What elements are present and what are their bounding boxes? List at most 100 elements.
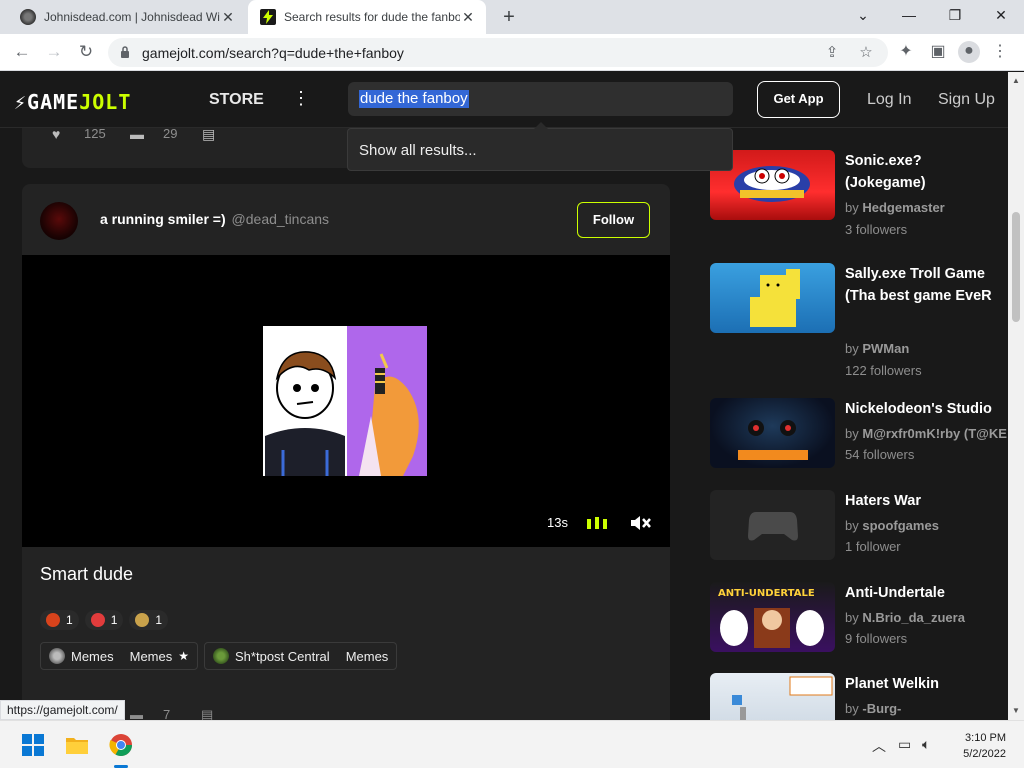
game-thumbnail[interactable] [710,263,835,333]
bookmark-star-icon[interactable]: ☆ [856,43,876,63]
game-author-line: by N.Brio_da_zuera [845,610,965,625]
tray-overflow-icon[interactable]: ︿ [872,736,886,756]
game-author[interactable]: -Burg- [862,701,901,716]
comment-icon[interactable]: ▬ [130,707,146,720]
scrollbar-thumb[interactable] [1012,212,1020,322]
game-title[interactable]: Sally.exe Troll Game (Tha best game EveR [845,263,1005,307]
windows-start-icon[interactable] [21,733,45,757]
tab-search-dropdown-icon[interactable]: ⌄ [840,0,886,30]
signup-link[interactable]: Sign Up [938,91,995,109]
game-author[interactable]: N.Brio_da_zuera [862,610,965,625]
game-author[interactable]: PWMan [862,341,909,356]
search-input[interactable]: dude the fanboy [348,82,733,116]
sticker-icon[interactable]: ▤ [201,707,217,720]
sticker-icon[interactable]: ▤ [202,128,218,142]
game-thumbnail[interactable] [710,490,835,560]
heart-icon[interactable]: ♥ [52,128,68,142]
community-chip[interactable]: Memes Memes ★ [40,642,199,670]
scroll-down-icon[interactable]: ▼ [1012,706,1020,715]
chrome-icon[interactable] [109,733,133,757]
volume-icon[interactable]: 🔈︎ [922,736,930,753]
more-menu-icon[interactable]: ⋮ [292,87,310,109]
community-name: Sh*tpost Central [235,648,330,664]
clock-time: 3:10 PM [965,732,1006,744]
chrome-menu-icon[interactable]: ⋮ [990,42,1010,62]
game-followers: 1 follower [845,539,901,554]
new-tab-icon[interactable]: + [498,6,520,28]
game-thumbnail[interactable] [710,673,835,720]
game-thumbnail[interactable]: ANTI-UNDERTALE [710,582,835,652]
store-link[interactable]: STORE [209,91,264,109]
game-title[interactable]: Planet Welkin [845,673,1005,695]
login-link[interactable]: Log In [867,91,911,109]
game-author-line: by M@rxfr0mK!rby (T@KE [845,426,1007,441]
game-author[interactable]: spoofgames [862,518,939,533]
game-title[interactable]: Nickelodeon's Studio [845,398,1005,420]
by-label: by [845,341,859,356]
by-label: by [845,426,859,441]
mute-icon[interactable] [630,514,652,532]
author-avatar[interactable] [40,202,78,240]
search-query-text: dude the fanboy [359,90,469,108]
game-title[interactable]: Anti-Undertale [845,582,1005,604]
page-scrollbar[interactable]: ▲ ▼ [1008,72,1024,720]
game-title[interactable]: Haters War [845,490,1005,512]
community-icon [213,648,230,664]
search-suggestions-dropdown: Show all results... [347,122,733,171]
show-all-results-item[interactable]: Show all results... [359,142,477,159]
forward-icon[interactable]: → [42,40,66,64]
tab-johnisdead[interactable]: Johnisdead.com | Johnisdead Wi ✕ [8,0,246,34]
share-icon[interactable]: ⇪ [822,43,842,63]
system-clock[interactable]: 3:10 PM 5/2/2022 [950,730,1006,762]
side-panel-icon[interactable]: ▣ [928,42,948,62]
close-tab-icon[interactable]: ✕ [220,9,236,26]
lock-icon [121,46,129,58]
comment-count: 29 [163,128,178,141]
logo-text-left: GAME [27,90,80,114]
reaction-pill[interactable]: 1 [129,610,169,630]
post-title: Smart dude [40,564,134,584]
author-name[interactable]: a running smiler =) [100,211,226,227]
game-author[interactable]: M@rxfr0mK!rby (T@KE [862,426,1007,441]
by-label: by [845,701,859,716]
by-label: by [845,518,859,533]
address-bar[interactable]: gamejolt.com/search?q=dude+the+fanboy ⇪ … [108,38,888,67]
comment-icon[interactable]: ▬ [130,128,146,142]
author-handle[interactable]: @dead_tincans [232,211,330,227]
reaction-count: 1 [110,613,118,627]
close-window-icon[interactable]: ✕ [978,0,1024,30]
game-title[interactable]: Sonic.exe? (Jokegame) [845,150,1005,194]
game-followers: 3 followers [845,222,908,237]
reload-icon[interactable]: ↻ [74,40,98,64]
game-followers: 122 followers [845,363,922,378]
community-chip[interactable]: Sh*tpost Central Memes [204,642,398,670]
gamejolt-logo[interactable]: ⚡GAMEJOLT [14,90,131,114]
minimize-icon[interactable]: — [886,0,932,30]
tab-title: Johnisdead.com | Johnisdead Wi [44,10,220,24]
close-tab-icon[interactable]: ✕ [460,9,476,26]
game-thumbnail[interactable] [710,398,835,468]
video-player[interactable]: 13s [22,255,670,547]
game-author-line: by PWMan [845,341,909,356]
profile-avatar-icon[interactable]: ● [958,41,980,63]
browser-tab-strip: Johnisdead.com | Johnisdead Wi ✕ Search … [0,0,1024,34]
reaction-pill[interactable]: 1 [40,610,79,630]
tab-search-results[interactable]: Search results for dude the fanbo ✕ [248,0,486,34]
reaction-pill[interactable]: 1 [84,610,124,630]
scroll-up-icon[interactable]: ▲ [1012,76,1020,85]
game-author[interactable]: Hedgemaster [862,200,944,215]
star-icon: ★ [178,649,190,663]
like-count: 125 [84,128,106,141]
network-icon[interactable]: ▭ [898,736,911,753]
restore-icon[interactable]: ❐ [932,0,978,30]
post-card: a running smiler =) @dead_tincans Follow [22,184,670,720]
status-bar-url: https://gamejolt.com/ [0,700,125,720]
follow-button[interactable]: Follow [577,202,650,238]
get-app-button[interactable]: Get App [757,81,840,118]
community-icon [49,648,65,664]
file-explorer-icon[interactable] [65,733,89,757]
reaction-count: 1 [155,613,163,627]
reaction-emoji-icon [135,613,150,627]
extensions-icon[interactable]: ✦ [896,42,916,62]
back-icon[interactable]: ← [10,40,34,64]
